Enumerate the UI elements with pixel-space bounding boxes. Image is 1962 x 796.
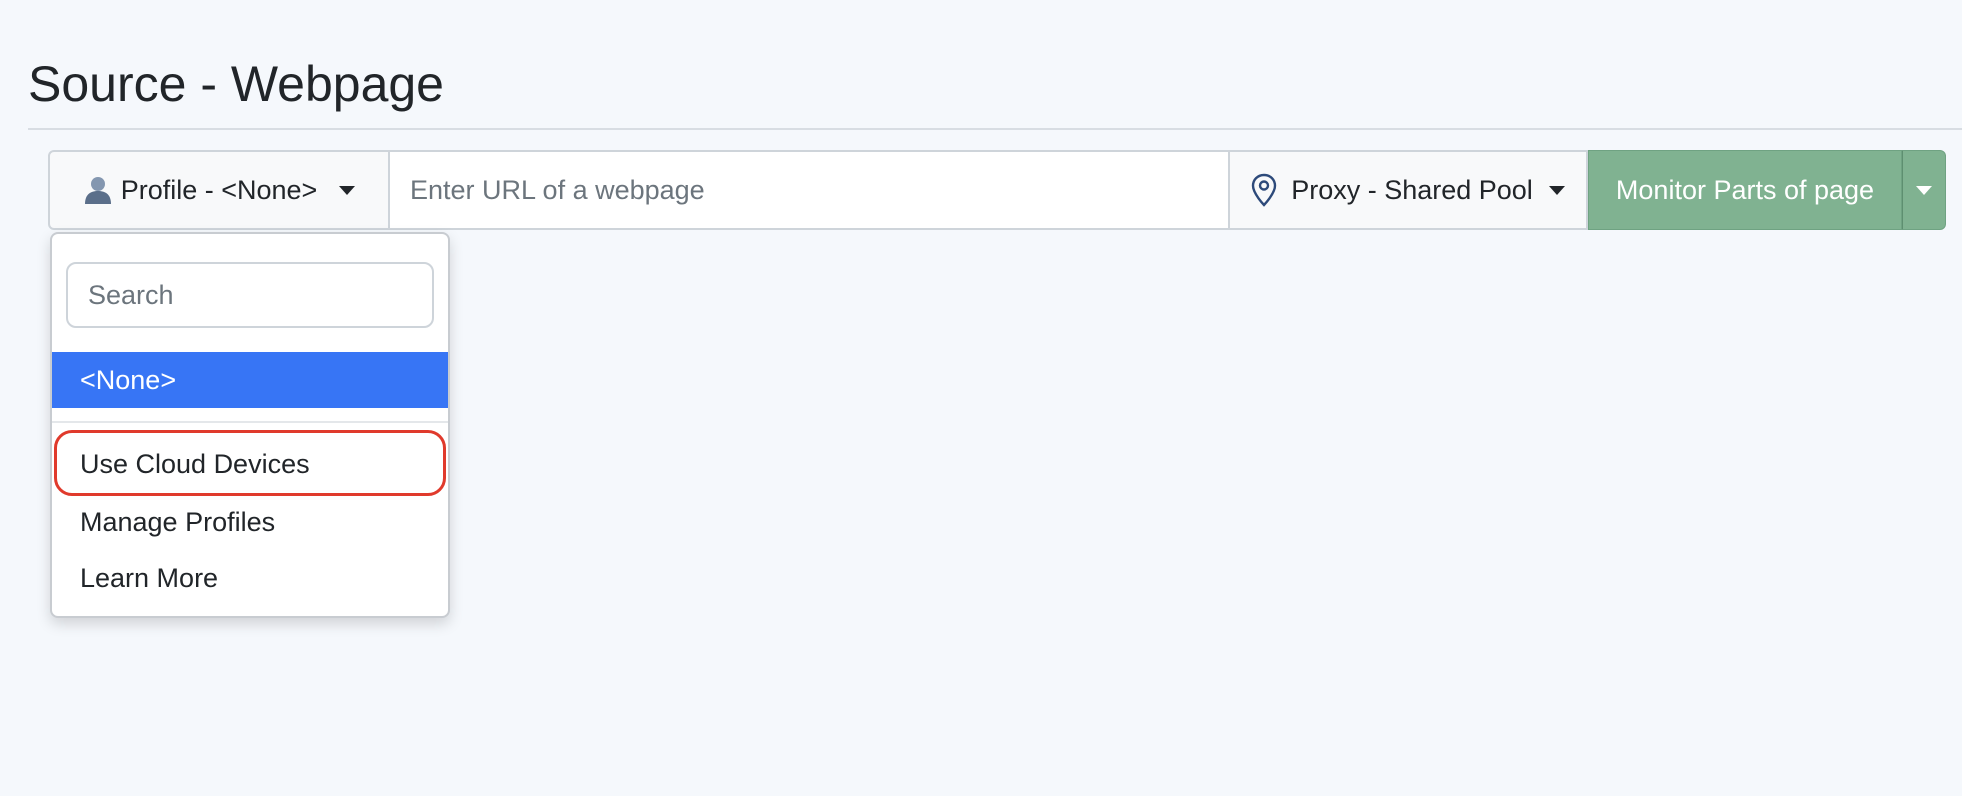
menu-item-manage-profiles[interactable]: Manage Profiles [52,494,448,550]
menu-item-use-cloud-devices[interactable]: Use Cloud Devices [52,432,448,496]
profile-dropdown-button[interactable]: Profile - <None> [48,150,390,230]
profile-dropdown-label: Profile - <None> [120,174,318,205]
profile-search-input[interactable] [66,262,434,328]
location-pin-icon [1251,173,1277,207]
chevron-down-icon [339,185,356,195]
profile-dropdown-menu: <None> Use Cloud Devices Manage Profiles… [50,232,450,618]
url-input[interactable] [390,150,1228,230]
chevron-down-icon [1548,185,1565,195]
title-divider [28,128,1962,130]
proxy-dropdown-button[interactable]: Proxy - Shared Pool [1228,150,1588,230]
menu-divider [52,421,448,423]
chevron-down-icon [1916,185,1932,195]
monitor-parts-button[interactable]: Monitor Parts of page [1588,150,1902,230]
menu-item-none[interactable]: <None> [52,352,448,408]
page-title: Source - Webpage [28,56,444,112]
user-icon [83,175,113,205]
source-toolbar: Profile - <None> Proxy - Shared Pool Mon… [48,150,1946,230]
menu-item-learn-more[interactable]: Learn More [52,550,448,606]
proxy-dropdown-label: Proxy - Shared Pool [1291,174,1533,205]
monitor-options-toggle[interactable] [1902,150,1946,230]
